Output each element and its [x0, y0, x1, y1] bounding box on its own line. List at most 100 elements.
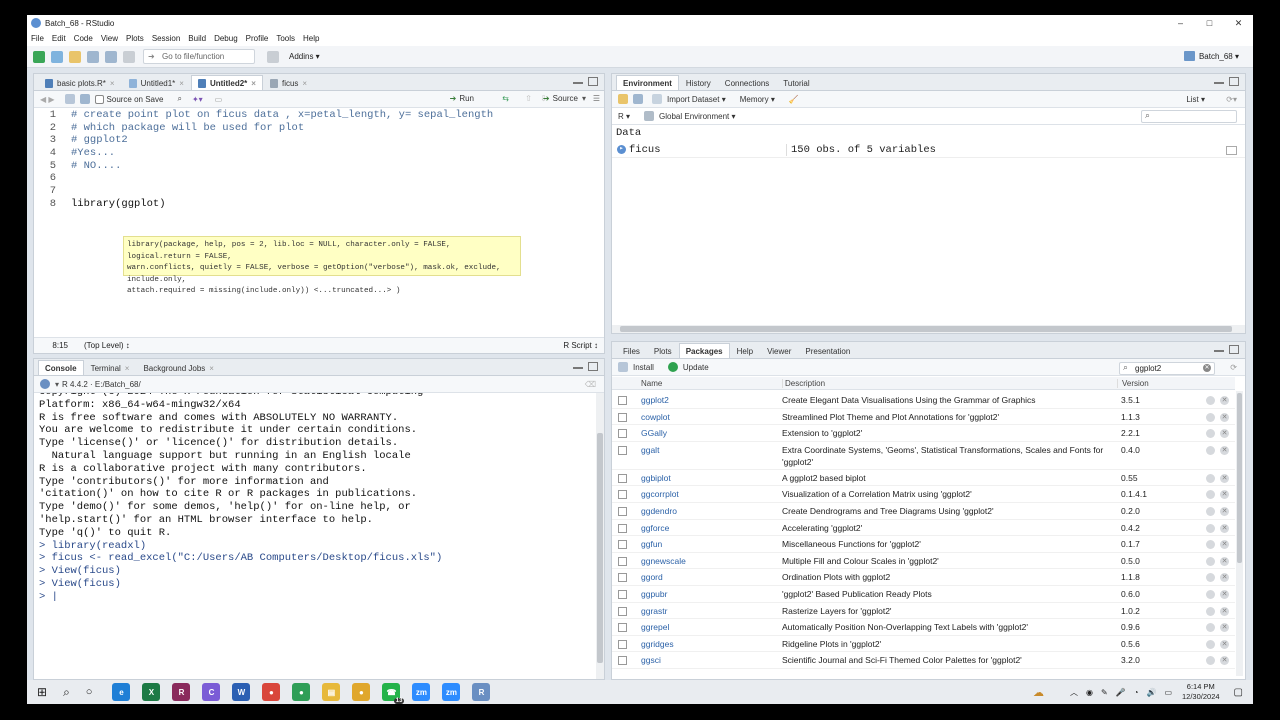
- remove-package-icon[interactable]: ✕: [1220, 445, 1229, 455]
- package-name-link[interactable]: ggord: [641, 572, 663, 582]
- close-tab-icon[interactable]: ×: [110, 79, 115, 88]
- excel-app-icon[interactable]: X: [142, 683, 161, 701]
- env-tab-connections[interactable]: Connections: [718, 75, 776, 90]
- package-load-checkbox[interactable]: [618, 507, 627, 516]
- package-row[interactable]: ggplot2 Create Elegant Data Visualisation…: [612, 392, 1235, 409]
- package-row[interactable]: ggalt Extra Coordinate Systems, 'Geoms', …: [612, 442, 1235, 470]
- package-load-checkbox[interactable]: [618, 540, 627, 550]
- menu-session[interactable]: Session: [148, 34, 184, 43]
- source-button[interactable]: Source: [553, 94, 578, 103]
- package-row[interactable]: ggridges Ridgeline Plots in 'ggplot2' 0.5.…: [612, 636, 1235, 653]
- code-line[interactable]: # NO....: [71, 160, 493, 173]
- close-tab-icon[interactable]: ×: [209, 364, 214, 373]
- clear-console-icon[interactable]: ⌫: [585, 380, 596, 389]
- package-load-checkbox[interactable]: [618, 623, 627, 633]
- package-name-link[interactable]: ggrepel: [641, 622, 669, 632]
- code-line[interactable]: library(ggplot): [71, 198, 493, 211]
- pen-icon[interactable]: ✎: [1101, 688, 1108, 697]
- menu-plots[interactable]: Plots: [122, 34, 148, 43]
- pane-tab-viewer[interactable]: Viewer: [760, 343, 798, 358]
- magic-wand-icon[interactable]: ✦▾: [192, 95, 203, 104]
- chevron-down-icon[interactable]: ▾: [55, 380, 59, 389]
- env-tab-tutorial[interactable]: Tutorial: [776, 75, 816, 90]
- package-website-icon[interactable]: [1206, 590, 1215, 599]
- pane-tab-help[interactable]: Help: [730, 343, 760, 358]
- package-load-checkbox[interactable]: [618, 445, 627, 455]
- vpn-icon[interactable]: ◉: [1086, 688, 1093, 697]
- project-menu[interactable]: Batch_68 ▾: [1199, 52, 1239, 61]
- package-website-icon[interactable]: [1206, 396, 1215, 405]
- remove-package-icon[interactable]: ✕: [1220, 507, 1229, 516]
- scope-selector[interactable]: (Top Level) ↕: [84, 341, 130, 350]
- env-tab-environment[interactable]: Environment: [616, 75, 679, 90]
- close-tab-icon[interactable]: ×: [179, 79, 184, 88]
- volume-icon[interactable]: 🔊: [1146, 688, 1156, 697]
- package-website-icon[interactable]: [1206, 473, 1215, 483]
- console-tab-console[interactable]: Console: [38, 360, 84, 375]
- save-file-icon[interactable]: [79, 94, 90, 104]
- package-row[interactable]: ggcorrplot Visualization of a Correlation…: [612, 486, 1235, 503]
- broom-icon[interactable]: 🧹: [789, 95, 799, 104]
- pane-tab-packages[interactable]: Packages: [678, 343, 730, 358]
- package-name-link[interactable]: cowplot: [641, 412, 670, 422]
- package-name-link[interactable]: ggcorrplot: [641, 489, 679, 499]
- package-load-checkbox[interactable]: [618, 523, 627, 533]
- menu-view[interactable]: View: [97, 34, 122, 43]
- remove-package-icon[interactable]: ✕: [1220, 540, 1229, 550]
- editor-tab-ficus[interactable]: ficus ×: [263, 75, 314, 90]
- addins-menu[interactable]: Addins ▾: [289, 52, 320, 61]
- package-load-checkbox[interactable]: [618, 396, 627, 405]
- code-area[interactable]: 12345678 # create point plot on ficus da…: [34, 109, 604, 337]
- minimize-pane-icon[interactable]: [1214, 82, 1224, 85]
- save-icon[interactable]: [87, 50, 99, 63]
- package-row[interactable]: ggsci Scientific Journal and Sci-Fi Theme…: [612, 652, 1235, 669]
- package-website-icon[interactable]: [1206, 606, 1215, 616]
- pane-tab-presentation[interactable]: Presentation: [798, 343, 857, 358]
- package-name-link[interactable]: ggnewscale: [641, 556, 686, 566]
- menu-help[interactable]: Help: [299, 34, 323, 43]
- package-load-checkbox[interactable]: [618, 639, 627, 649]
- menu-file[interactable]: File: [27, 34, 48, 43]
- close-tab-icon[interactable]: ×: [125, 364, 130, 373]
- run-button[interactable]: Run: [459, 94, 474, 103]
- show-hidden-icons-icon[interactable]: ︿: [1070, 687, 1078, 698]
- import-dataset-menu[interactable]: Import Dataset ▾: [667, 95, 726, 104]
- package-name-link[interactable]: ggrastr: [641, 606, 667, 616]
- package-row[interactable]: ggfun Miscellaneous Functions for 'ggplot…: [612, 536, 1235, 553]
- remove-package-icon[interactable]: ✕: [1220, 473, 1229, 483]
- minimize-pane-icon[interactable]: [573, 367, 583, 370]
- chrome-app-icon[interactable]: ●: [262, 683, 281, 701]
- console-scrollbar[interactable]: [596, 393, 604, 679]
- remove-package-icon[interactable]: ✕: [1220, 429, 1229, 439]
- task-view-icon[interactable]: ○: [86, 686, 93, 698]
- package-name-link[interactable]: ggforce: [641, 523, 669, 533]
- zoom-2-app-icon[interactable]: zm: [442, 683, 461, 701]
- package-name-link[interactable]: ggalt: [641, 445, 659, 455]
- package-load-checkbox[interactable]: [618, 590, 627, 599]
- open-file-icon[interactable]: [69, 50, 81, 63]
- package-website-icon[interactable]: [1206, 573, 1215, 583]
- menu-profile[interactable]: Profile: [242, 34, 273, 43]
- menu-tools[interactable]: Tools: [272, 34, 299, 43]
- remove-package-icon[interactable]: ✕: [1220, 639, 1229, 649]
- package-load-checkbox[interactable]: [618, 606, 627, 616]
- minimize-pane-icon[interactable]: [573, 82, 583, 85]
- clear-search-icon[interactable]: ✕: [1203, 364, 1211, 372]
- package-row[interactable]: ggforce Accelerating 'ggplot2' 0.4.2 ✕: [612, 520, 1235, 537]
- package-row[interactable]: GGally Extension to 'ggplot2' 2.2.1 ✕: [612, 425, 1235, 442]
- package-load-checkbox[interactable]: [618, 490, 627, 500]
- package-load-checkbox[interactable]: [618, 556, 627, 566]
- minimize-pane-icon[interactable]: [1214, 350, 1224, 353]
- code-line[interactable]: [71, 172, 493, 185]
- remove-package-icon[interactable]: ✕: [1220, 412, 1229, 422]
- packages-scrollbar[interactable]: [1236, 391, 1243, 676]
- remove-package-icon[interactable]: ✕: [1220, 606, 1229, 616]
- r-version-path[interactable]: R 4.4.2 · E:/Batch_68/: [62, 380, 141, 389]
- print-icon[interactable]: [123, 50, 135, 63]
- show-in-window-icon[interactable]: [64, 94, 75, 104]
- remove-package-icon[interactable]: ✕: [1220, 556, 1229, 566]
- compile-report-icon[interactable]: ▭: [215, 95, 223, 104]
- view-table-icon[interactable]: [1226, 146, 1237, 155]
- source-on-save-checkbox[interactable]: [94, 94, 104, 104]
- package-name-link[interactable]: ggdendro: [641, 506, 677, 516]
